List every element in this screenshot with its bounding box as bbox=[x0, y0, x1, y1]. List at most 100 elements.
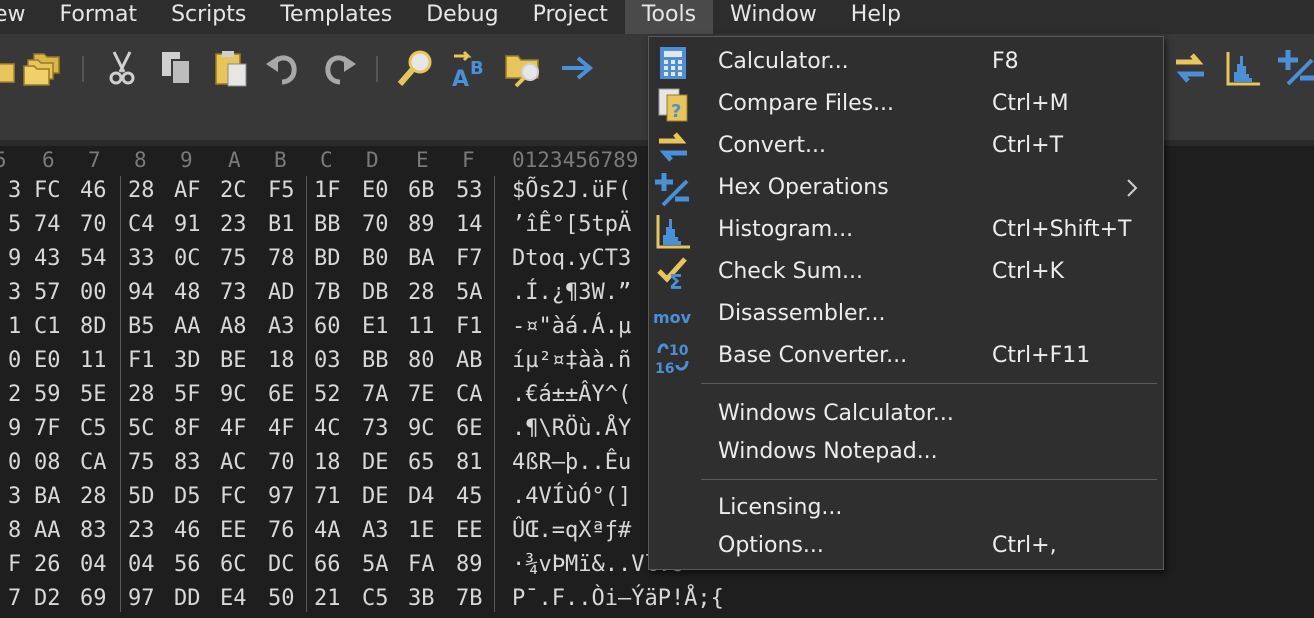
hex-byte[interactable]: FC bbox=[34, 178, 61, 203]
hex-byte[interactable]: AB bbox=[456, 348, 483, 373]
hex-byte[interactable]: 6C bbox=[220, 552, 247, 577]
ascii-text[interactable]: -¤"àá.Á.µ bbox=[512, 314, 631, 339]
hex-byte[interactable]: DE bbox=[362, 450, 389, 475]
menu-format[interactable]: Format bbox=[43, 0, 155, 34]
hex-byte[interactable]: 94 bbox=[128, 280, 155, 305]
hex-byte[interactable]: C5 bbox=[362, 586, 389, 611]
replace-icon[interactable]: A B bbox=[450, 48, 490, 88]
hex-byte[interactable]: 0 bbox=[8, 348, 21, 373]
find-in-files-icon[interactable] bbox=[504, 48, 544, 88]
hex-byte[interactable]: 73 bbox=[362, 416, 389, 441]
hex-byte[interactable]: 46 bbox=[174, 518, 201, 543]
hex-byte[interactable]: 28 bbox=[128, 382, 155, 407]
hex-byte[interactable]: 45 bbox=[456, 484, 483, 509]
menu-item-compare-files[interactable]: ? Compare Files... Ctrl+M bbox=[649, 85, 1163, 125]
hex-byte[interactable]: E0 bbox=[34, 348, 61, 373]
menu-project[interactable]: Project bbox=[516, 0, 625, 34]
hex-byte[interactable]: 81 bbox=[456, 450, 483, 475]
ascii-text[interactable]: .¶\RÖù.ÅY bbox=[512, 416, 631, 441]
hex-byte[interactable]: 91 bbox=[174, 212, 201, 237]
hex-byte[interactable]: 50 bbox=[268, 586, 295, 611]
hex-byte[interactable]: A3 bbox=[362, 518, 389, 543]
menu-templates[interactable]: Templates bbox=[263, 0, 409, 34]
hex-byte[interactable]: 1E bbox=[408, 518, 435, 543]
hex-byte[interactable]: 14 bbox=[456, 212, 483, 237]
histogram-icon[interactable] bbox=[1224, 48, 1264, 88]
hex-operations-icon[interactable] bbox=[1278, 48, 1314, 88]
hex-byte[interactable]: DB bbox=[362, 280, 389, 305]
hex-byte[interactable]: 97 bbox=[268, 484, 295, 509]
hex-byte[interactable]: 1 bbox=[8, 314, 21, 339]
hex-byte[interactable]: 7 bbox=[8, 586, 21, 611]
hex-byte[interactable]: 53 bbox=[456, 178, 483, 203]
hex-byte[interactable]: F5 bbox=[268, 178, 295, 203]
hex-byte[interactable]: 2 bbox=[8, 382, 21, 407]
hex-byte[interactable]: 8D bbox=[80, 314, 107, 339]
ascii-text[interactable]: Dtoq.yCT3 bbox=[512, 246, 631, 271]
hex-byte[interactable]: 97 bbox=[128, 586, 155, 611]
hex-byte[interactable]: CA bbox=[80, 450, 107, 475]
hex-byte[interactable]: B5 bbox=[128, 314, 155, 339]
hex-byte[interactable]: 28 bbox=[128, 178, 155, 203]
hex-byte[interactable]: 08 bbox=[34, 450, 61, 475]
hex-byte[interactable]: 7A bbox=[362, 382, 389, 407]
menu-help[interactable]: Help bbox=[834, 0, 918, 34]
cut-icon[interactable] bbox=[102, 48, 142, 88]
ascii-text[interactable]: ÛŒ.=qXªƒ# bbox=[512, 518, 631, 543]
hex-byte[interactable]: 5F bbox=[174, 382, 201, 407]
hex-byte[interactable]: B0 bbox=[362, 246, 389, 271]
menu-item-windows-calculator[interactable]: Windows Calculator... bbox=[649, 395, 1163, 435]
hex-byte[interactable]: 89 bbox=[456, 552, 483, 577]
hex-byte[interactable]: 74 bbox=[34, 212, 61, 237]
hex-byte[interactable]: 70 bbox=[362, 212, 389, 237]
hex-byte[interactable]: 5E bbox=[80, 382, 107, 407]
hex-byte[interactable]: 70 bbox=[268, 450, 295, 475]
convert-icon[interactable] bbox=[1170, 48, 1210, 88]
ascii-text[interactable]: íµ²¤‡àà.ñ bbox=[512, 348, 631, 373]
hex-byte[interactable]: DE bbox=[362, 484, 389, 509]
hex-byte[interactable]: FC bbox=[220, 484, 247, 509]
hex-byte[interactable]: 54 bbox=[80, 246, 107, 271]
hex-byte[interactable]: 71 bbox=[314, 484, 341, 509]
hex-byte[interactable]: 9 bbox=[8, 416, 21, 441]
hex-byte[interactable]: 7E bbox=[408, 382, 435, 407]
ascii-text[interactable]: .€á±±ÂY^( bbox=[512, 382, 631, 407]
hex-byte[interactable]: 52 bbox=[314, 382, 341, 407]
hex-byte[interactable]: 4F bbox=[220, 416, 247, 441]
hex-byte[interactable]: F7 bbox=[456, 246, 483, 271]
hex-byte[interactable]: 66 bbox=[314, 552, 341, 577]
hex-byte[interactable]: 11 bbox=[80, 348, 107, 373]
menu-scripts[interactable]: Scripts bbox=[154, 0, 263, 34]
hex-byte[interactable]: 4F bbox=[268, 416, 295, 441]
hex-byte[interactable]: 5D bbox=[128, 484, 155, 509]
ascii-text[interactable]: $Õs2J.üF( bbox=[512, 178, 631, 203]
hex-byte[interactable]: 2C bbox=[220, 178, 247, 203]
hex-byte[interactable]: 5A bbox=[362, 552, 389, 577]
hex-byte[interactable]: 9C bbox=[408, 416, 435, 441]
hex-byte[interactable]: A8 bbox=[220, 314, 247, 339]
copy-icon[interactable] bbox=[156, 48, 196, 88]
hex-byte[interactable]: 11 bbox=[408, 314, 435, 339]
find-icon[interactable] bbox=[396, 48, 436, 88]
hex-byte[interactable]: 9 bbox=[8, 246, 21, 271]
hex-byte[interactable]: 8 bbox=[8, 518, 21, 543]
hex-byte[interactable]: 23 bbox=[128, 518, 155, 543]
hex-byte[interactable]: 5C bbox=[128, 416, 155, 441]
hex-byte[interactable]: 00 bbox=[80, 280, 107, 305]
menu-item-options[interactable]: Options... Ctrl+, bbox=[649, 527, 1163, 567]
hex-byte[interactable]: BD bbox=[314, 246, 341, 271]
hex-byte[interactable]: 75 bbox=[128, 450, 155, 475]
hex-byte[interactable]: AA bbox=[34, 518, 61, 543]
hex-byte[interactable]: EE bbox=[456, 518, 483, 543]
hex-byte[interactable]: 5 bbox=[8, 212, 21, 237]
hex-byte[interactable]: 4C bbox=[314, 416, 341, 441]
hex-byte[interactable]: BA bbox=[34, 484, 61, 509]
ascii-text[interactable]: .Í.¿¶3W.” bbox=[512, 280, 631, 305]
hex-byte[interactable]: 23 bbox=[220, 212, 247, 237]
hex-row[interactable]: 7 D2 69 97 DD E4 50 21 C5 3B 7B P¯.F..Òi–ÝäP!Å;{ bbox=[0, 584, 1314, 618]
menu-view[interactable]: ew bbox=[0, 0, 43, 34]
hex-byte[interactable]: F1 bbox=[128, 348, 155, 373]
hex-byte[interactable]: 0C bbox=[174, 246, 201, 271]
hex-byte[interactable]: 46 bbox=[80, 178, 107, 203]
menu-item-hex-operations[interactable]: Hex Operations bbox=[649, 169, 1163, 209]
